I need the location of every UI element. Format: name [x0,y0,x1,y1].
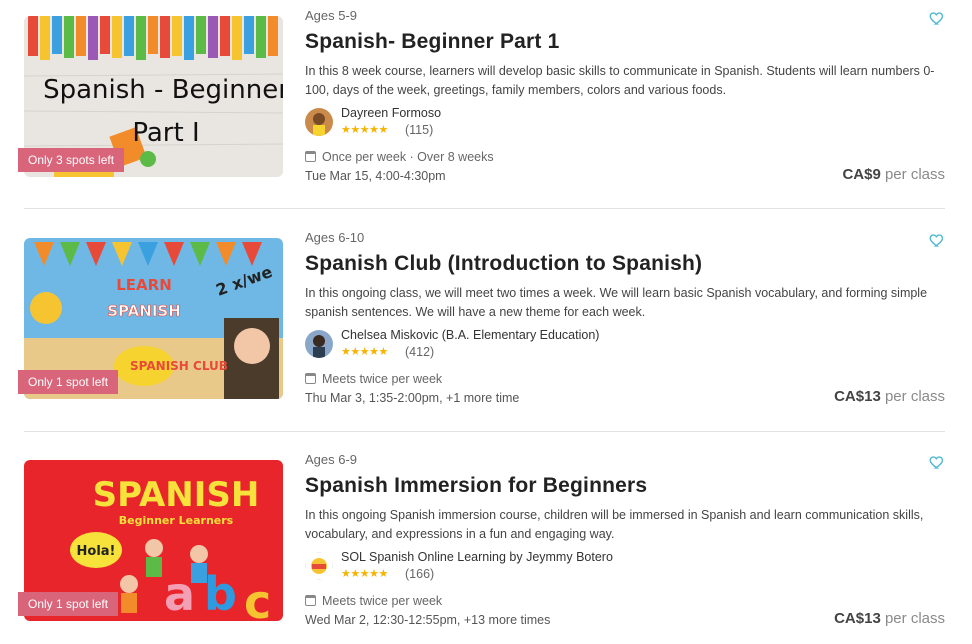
next-time: Tue Mar 15, 4:00-4:30pm [305,169,446,183]
review-count: (166) [405,567,435,581]
thumb-caption: Spanish - Beginner [43,75,283,105]
thumb-caption: Beginner Learners [119,514,234,527]
calendar-icon [305,595,316,606]
thumb-caption: SPANISH [107,302,181,320]
thumb-caption: SPANISH CLUB [130,359,228,373]
avatar[interactable] [305,552,333,580]
spots-left-badge: Only 3 spots left [18,148,125,172]
course-card[interactable]: LEARN SPANISH SPANISH CLUB 2 x/we Only 1… [18,222,945,430]
thumb-caption: SPANISH [93,475,260,515]
price: CA$9 per class [842,166,945,183]
teacher-name[interactable]: Chelsea Miskovic (B.A. Elementary Educat… [341,328,599,342]
calendar-icon [305,373,316,384]
age-range: Ages 6-10 [305,230,365,245]
course-description: In this ongoing Spanish immersion course… [305,508,924,541]
next-time: Thu Mar 3, 1:35-2:00pm, +1 more time [305,391,520,405]
schedule: Meets twice per week [305,372,442,386]
review-count: (115) [405,123,434,137]
schedule: Once per week · Over 8 weeks [305,150,494,164]
spots-left-badge: Only 1 spot left [18,592,119,616]
heart-icon[interactable] [929,454,945,470]
course-title[interactable]: Spanish Club (Introduction to Spanish) [305,252,702,276]
course-card[interactable]: Spanish - Beginner Part I Only 3 spots l… [18,0,945,208]
divider [24,208,945,209]
thumb-caption: Hola! [77,544,116,559]
divider [24,431,945,432]
price-amount: CA$13 [834,388,881,405]
calendar-icon [305,151,316,162]
heart-icon[interactable] [929,10,945,26]
teacher-name[interactable]: SOL Spanish Online Learning by Jeymmy Bo… [341,550,613,564]
price: CA$13 per class [834,388,945,405]
star-rating-icon: ★★★★★ [341,568,388,580]
thumb-caption: LEARN [116,276,172,294]
schedule-text: Once per week · Over 8 weeks [322,150,494,164]
letter-b-decoration: b [204,567,237,621]
price-unit: per class [884,610,945,627]
course-description: In this 8 week course, learners will dev… [305,64,935,97]
next-time: Wed Mar 2, 12:30-12:55pm, +13 more times [305,613,551,627]
avatar[interactable] [305,108,333,136]
schedule-text: Meets twice per week [322,594,443,608]
course-title[interactable]: Spanish- Beginner Part 1 [305,30,560,54]
spots-left-badge: Only 1 spot left [18,370,119,394]
price-unit: per class [884,166,945,183]
course-card[interactable]: SPANISH Beginner Learners Hola! a b c On… [18,444,945,644]
letter-a-decoration: a [164,567,195,621]
course-description: In this ongoing class, we will meet two … [305,286,928,319]
schedule-text: Meets twice per week [322,372,443,386]
age-range: Ages 6-9 [305,452,358,467]
price-amount: CA$9 [842,166,881,183]
letter-c-decoration: c [244,575,271,621]
avatar[interactable] [305,330,333,358]
price: CA$13 per class [834,610,945,627]
price-unit: per class [884,388,945,405]
schedule: Meets twice per week [305,594,442,608]
star-rating-icon: ★★★★★ [341,124,388,136]
star-rating-icon: ★★★★★ [341,346,388,358]
thumb-caption: Part I [132,118,199,148]
heart-icon[interactable] [929,232,945,248]
review-count: (412) [405,345,435,359]
teacher-name[interactable]: Dayreen Formoso [341,106,441,120]
age-range: Ages 5-9 [305,8,358,23]
price-amount: CA$13 [834,610,881,627]
course-title[interactable]: Spanish Immersion for Beginners [305,474,647,498]
